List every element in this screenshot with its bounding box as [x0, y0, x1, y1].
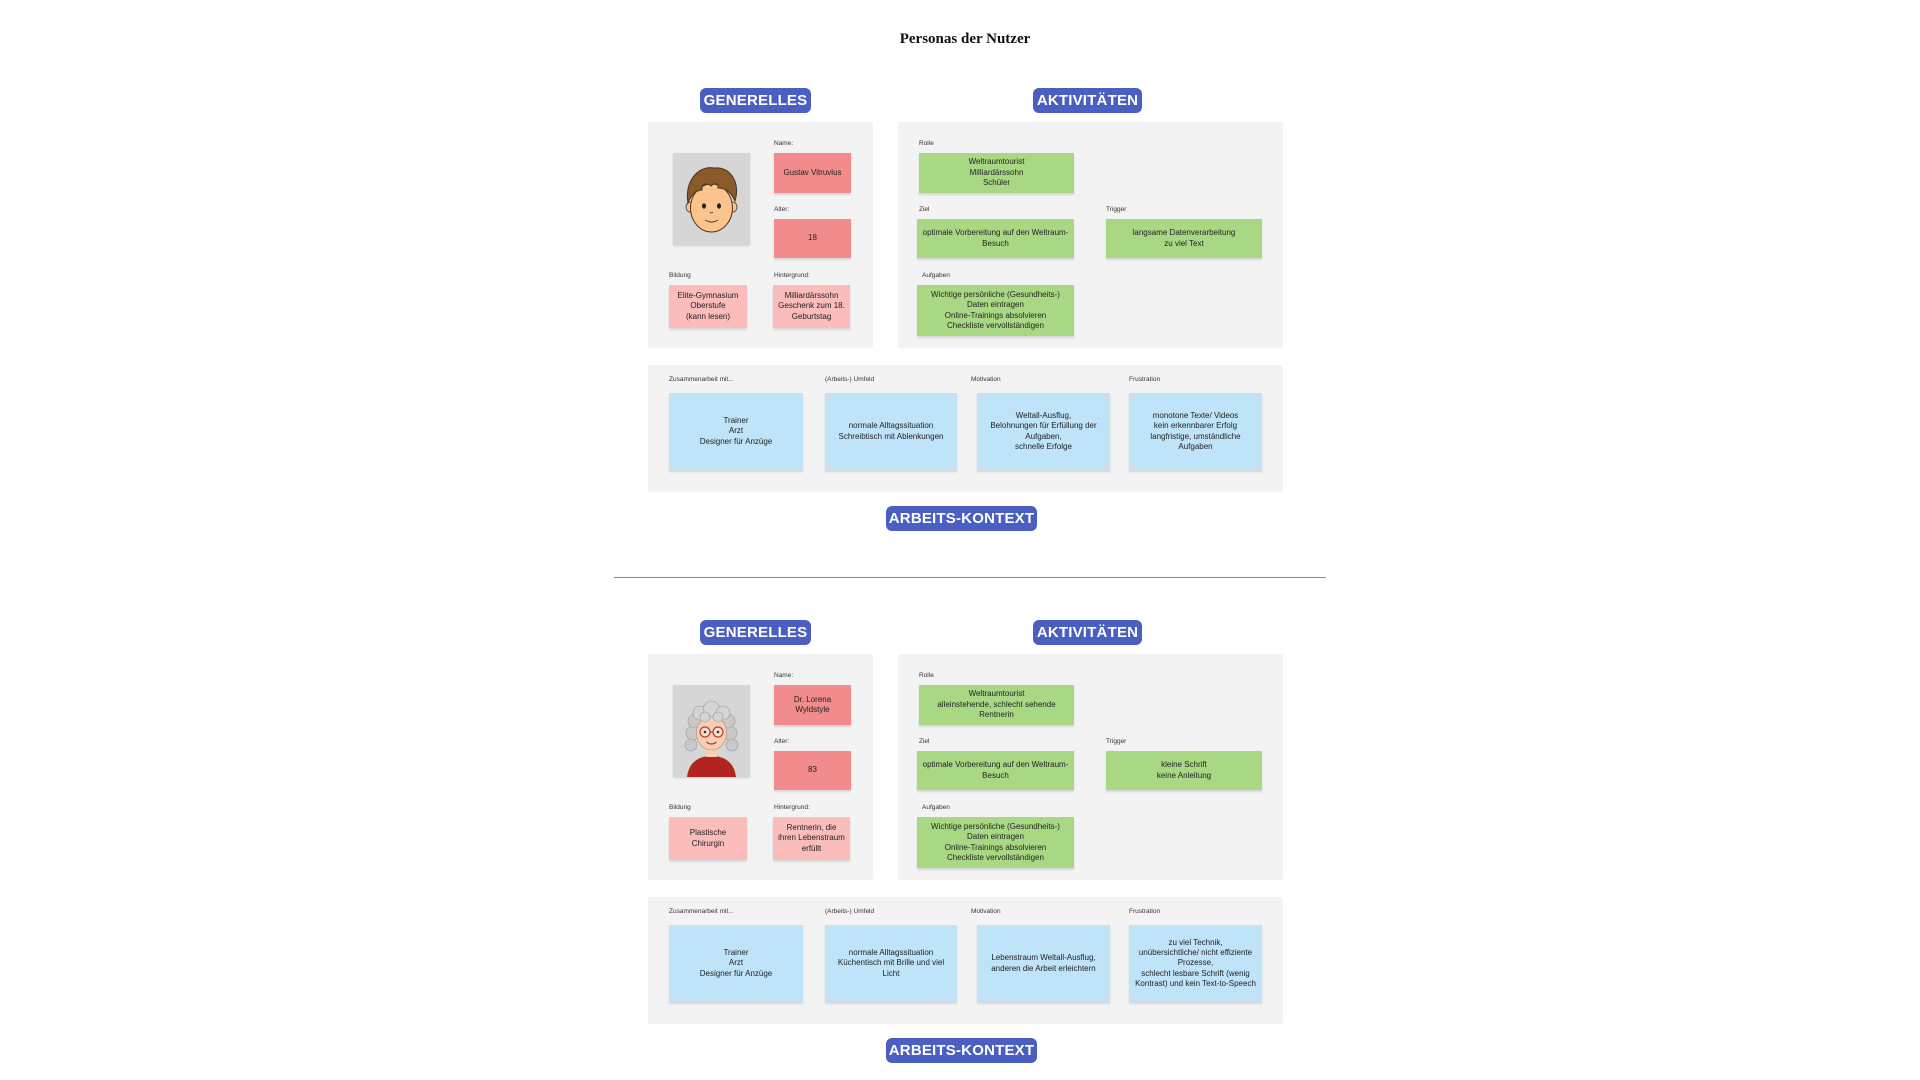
hintergrund-label: Hintergrund:	[774, 804, 810, 811]
rolle-sticky-note[interactable]: Weltraumtourist Milliardärssohn Schüler	[919, 153, 1074, 193]
persona-divider	[614, 577, 1326, 578]
trigger-sticky-note[interactable]: kleine Schrift keine Anleitung	[1106, 751, 1262, 790]
young-man-avatar-icon[interactable]	[673, 153, 750, 245]
ziel-sticky-note[interactable]: optimale Vorbereitung auf den Weltraum- …	[917, 751, 1074, 790]
frustration-sticky-note[interactable]: zu viel Technik, unübersichtliche/ nicht…	[1129, 925, 1262, 1002]
zusammenarbeit-label: Zusammenarbeit mit...	[669, 376, 734, 383]
aktivitaeten-panel: Rolle Weltraumtourist Milliardärssohn Sc…	[898, 122, 1283, 348]
trigger-sticky-note[interactable]: langsame Datenverarbeitung zu viel Text	[1106, 219, 1262, 258]
alter-sticky-note[interactable]: 83	[774, 751, 851, 790]
trigger-label: Trigger	[1106, 206, 1127, 213]
arbeits-kontext-panel: Zusammenarbeit mit... Trainer Arzt Desig…	[648, 365, 1283, 492]
ziel-label: Ziel	[919, 738, 930, 745]
page-title: Personas der Nutzer	[899, 31, 1031, 47]
umfeld-sticky-note[interactable]: normale Alltagssituation Schreibtisch mi…	[825, 393, 957, 470]
generelles-panel: Name: Gustav Vitruvius Alter: 18 Bildung…	[648, 122, 873, 348]
frustration-label: Frustration	[1129, 908, 1161, 915]
aufgaben-sticky-note[interactable]: Wichtige persönliche (Gesundheits-) Date…	[917, 285, 1074, 336]
aufgaben-label: Aufgaben	[922, 272, 950, 279]
zusammenarbeit-sticky-note[interactable]: Trainer Arzt Designer für Anzüge	[669, 393, 803, 470]
frustration-sticky-note[interactable]: monotone Texte/ Videos kein erkennbarer …	[1129, 393, 1262, 470]
motivation-sticky-note[interactable]: Lebenstraum Weltall-Ausflug, anderen die…	[977, 925, 1110, 1002]
name-label: Name:	[774, 672, 794, 679]
elderly-woman-avatar-icon[interactable]	[673, 685, 750, 777]
aufgaben-label: Aufgaben	[922, 804, 950, 811]
name-label: Name:	[774, 140, 794, 147]
motivation-label: Motivation	[971, 908, 1001, 915]
generelles-badge: GENERELLES	[700, 88, 811, 113]
bildung-label: Bildung	[669, 272, 691, 279]
alter-label: Alter:	[774, 738, 790, 745]
ziel-sticky-note[interactable]: optimale Vorbereitung auf den Weltraum- …	[917, 219, 1074, 258]
name-sticky-note[interactable]: Gustav Vitruvius	[774, 153, 851, 193]
bildung-sticky-note[interactable]: Elite-Gymnasium Oberstufe (kann lesen)	[669, 285, 747, 328]
aufgaben-sticky-note[interactable]: Wichtige persönliche (Gesundheits-) Date…	[917, 817, 1074, 868]
arbeits-kontext-badge: ARBEITS-KONTEXT	[886, 1038, 1037, 1063]
rolle-sticky-note[interactable]: Weltraumtourist alleinstehende, schlecht…	[919, 685, 1074, 725]
ziel-label: Ziel	[919, 206, 930, 213]
rolle-label: Rolle	[919, 140, 934, 147]
umfeld-sticky-note[interactable]: normale Alltagssituation Küchentisch mit…	[825, 925, 957, 1002]
generelles-panel: Name: Dr. Lorena Wyldstyle Alter: 83 Bil…	[648, 654, 873, 880]
hintergrund-sticky-note[interactable]: Rentnerin, die ihren Lebenstraum erfüllt	[773, 817, 850, 860]
arbeits-kontext-panel: Zusammenarbeit mit... Trainer Arzt Desig…	[648, 897, 1283, 1024]
zusammenarbeit-sticky-note[interactable]: Trainer Arzt Designer für Anzüge	[669, 925, 803, 1002]
hintergrund-sticky-note[interactable]: Milliardärssohn Geschenk zum 18. Geburts…	[773, 285, 850, 328]
name-sticky-note[interactable]: Dr. Lorena Wyldstyle	[774, 685, 851, 725]
trigger-label: Trigger	[1106, 738, 1127, 745]
bildung-label: Bildung	[669, 804, 691, 811]
persona-2: GENERELLES AKTIVITÄTEN Name: Dr. Lorena …	[0, 620, 1920, 1065]
zusammenarbeit-label: Zusammenarbeit mit...	[669, 908, 734, 915]
hintergrund-label: Hintergrund:	[774, 272, 810, 279]
umfeld-label: (Arbeits-) Umfeld	[825, 376, 875, 383]
aktivitaeten-panel: Rolle Weltraumtourist alleinstehende, sc…	[898, 654, 1283, 880]
rolle-label: Rolle	[919, 672, 934, 679]
motivation-label: Motivation	[971, 376, 1001, 383]
generelles-badge: GENERELLES	[700, 620, 811, 645]
aktivitaeten-badge: AKTIVITÄTEN	[1033, 620, 1142, 645]
motivation-sticky-note[interactable]: Weltall-Ausflug, Belohnungen für Erfüllu…	[977, 393, 1110, 470]
alter-sticky-note[interactable]: 18	[774, 219, 851, 258]
arbeits-kontext-badge: ARBEITS-KONTEXT	[886, 506, 1037, 531]
frustration-label: Frustration	[1129, 376, 1161, 383]
whiteboard-canvas: Personas der Nutzer GENERELLES AKTIVITÄT…	[0, 0, 1920, 1080]
bildung-sticky-note[interactable]: Plastische Chirurgin	[669, 817, 747, 860]
persona-1: GENERELLES AKTIVITÄTEN Name: Gustav Vitr…	[0, 88, 1920, 533]
aktivitaeten-badge: AKTIVITÄTEN	[1033, 88, 1142, 113]
alter-label: Alter:	[774, 206, 790, 213]
umfeld-label: (Arbeits-) Umfeld	[825, 908, 875, 915]
